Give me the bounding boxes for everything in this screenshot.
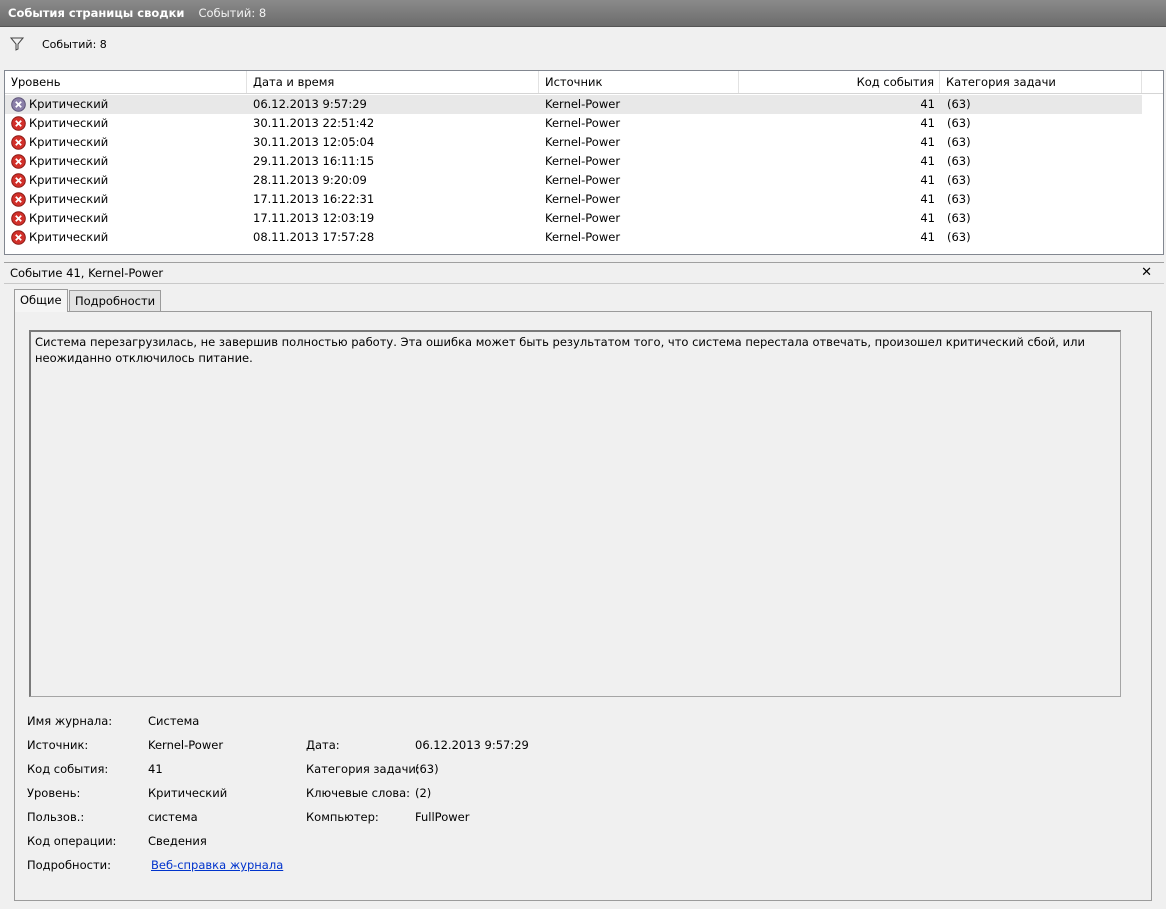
row-datetime: 08.11.2013 17:57:28: [253, 230, 375, 244]
critical-error-icon: [11, 135, 26, 150]
row-datetime: 29.11.2013 16:11:15: [253, 154, 375, 168]
row-source: Kernel-Power: [545, 192, 621, 206]
opcode-label: Код операции:: [27, 834, 117, 848]
task-category-label: Категория задачи:: [306, 762, 420, 776]
tab-details[interactable]: Подробности: [69, 290, 162, 312]
row-event-id: 41: [920, 97, 935, 111]
row-event-id: 41: [920, 211, 935, 225]
events-grid: Уровень Дата и время Источник Код событи…: [4, 70, 1164, 255]
row-level: Критический: [29, 173, 109, 187]
row-datetime: 30.11.2013 22:51:42: [253, 116, 375, 130]
user-label: Пользов.:: [27, 810, 85, 824]
row-task-category: (63): [947, 230, 971, 244]
row-event-id: 41: [920, 135, 935, 149]
row-event-id: 41: [920, 116, 935, 130]
row-task-category: (63): [947, 135, 971, 149]
table-row[interactable]: Критический 28.11.2013 9:20:09 Kernel-Po…: [5, 171, 1142, 190]
log-name-label: Имя журнала:: [27, 714, 113, 728]
filter-bar: Событий: 8: [4, 29, 1164, 67]
table-row[interactable]: Критический 17.11.2013 12:03:19 Kernel-P…: [5, 209, 1142, 228]
computer-label: Компьютер:: [306, 810, 379, 824]
row-level: Критический: [29, 154, 109, 168]
column-header-task-category[interactable]: Категория задачи: [940, 71, 1142, 93]
row-task-category: (63): [947, 97, 971, 111]
grid-header: Уровень Дата и время Источник Код событи…: [5, 71, 1163, 94]
table-row[interactable]: Критический 08.11.2013 17:57:28 Kernel-P…: [5, 228, 1142, 247]
row-task-category: (63): [947, 173, 971, 187]
event-description[interactable]: Система перезагрузилась, не завершив пол…: [29, 330, 1121, 697]
row-source: Kernel-Power: [545, 173, 621, 187]
event-log-online-help-link[interactable]: Веб-справка журнала: [151, 858, 283, 872]
close-icon[interactable]: ✕: [1141, 263, 1152, 283]
column-header-level[interactable]: Уровень: [5, 71, 247, 93]
row-level: Критический: [29, 211, 109, 225]
row-datetime: 17.11.2013 12:03:19: [253, 211, 375, 225]
row-datetime: 06.12.2013 9:57:29: [253, 97, 367, 111]
filter-icon[interactable]: [8, 35, 26, 53]
row-level: Критический: [29, 135, 109, 149]
event-detail-title: Событие 41, Kernel-Power: [10, 266, 164, 280]
row-event-id: 41: [920, 192, 935, 206]
critical-error-icon: [11, 173, 26, 188]
window-title: События страницы сводки: [8, 6, 185, 20]
date-label: Дата:: [306, 738, 340, 752]
task-category-value: (63): [415, 762, 439, 776]
keywords-label: Ключевые слова:: [306, 786, 411, 800]
critical-error-icon: [11, 154, 26, 169]
row-source: Kernel-Power: [545, 211, 621, 225]
title-bar: События страницы сводки Событий: 8: [0, 0, 1166, 27]
computer-value: FullPower: [415, 810, 470, 824]
row-datetime: 28.11.2013 9:20:09: [253, 173, 367, 187]
row-source: Kernel-Power: [545, 116, 621, 130]
row-task-category: (63): [947, 192, 971, 206]
row-source: Kernel-Power: [545, 230, 621, 244]
column-header-datetime[interactable]: Дата и время: [247, 71, 539, 93]
row-event-id: 41: [920, 173, 935, 187]
event-detail-header: Событие 41, Kernel-Power ✕: [4, 262, 1164, 284]
critical-error-icon: [11, 192, 26, 207]
row-source: Kernel-Power: [545, 97, 621, 111]
source-value: Kernel-Power: [148, 738, 224, 752]
table-row[interactable]: Критический 06.12.2013 9:57:29 Kernel-Po…: [5, 95, 1142, 114]
table-row[interactable]: Критический 30.11.2013 12:05:04 Kernel-P…: [5, 133, 1142, 152]
row-level: Критический: [29, 192, 109, 206]
column-header-event-id[interactable]: Код события: [739, 71, 940, 93]
row-level: Критический: [29, 97, 109, 111]
table-row[interactable]: Критический 30.11.2013 22:51:42 Kernel-P…: [5, 114, 1142, 133]
general-tab-panel: Система перезагрузилась, не завершив пол…: [14, 311, 1152, 901]
row-event-id: 41: [920, 154, 935, 168]
row-task-category: (63): [947, 116, 971, 130]
row-source: Kernel-Power: [545, 135, 621, 149]
event-id-value: 41: [148, 762, 163, 776]
column-header-source[interactable]: Источник: [539, 71, 739, 93]
critical-error-icon: [11, 97, 26, 112]
row-datetime: 17.11.2013 16:22:31: [253, 192, 375, 206]
table-row[interactable]: Критический 17.11.2013 16:22:31 Kernel-P…: [5, 190, 1142, 209]
more-info-label: Подробности:: [27, 858, 111, 872]
events-count: Событий: 8: [198, 6, 267, 20]
table-row[interactable]: Критический 29.11.2013 16:11:15 Kernel-P…: [5, 152, 1142, 171]
tab-general[interactable]: Общие: [14, 289, 68, 312]
row-level: Критический: [29, 230, 109, 244]
row-event-id: 41: [920, 230, 935, 244]
filter-count: Событий: 8: [42, 37, 107, 51]
event-id-label: Код события:: [27, 762, 109, 776]
log-name-value: Система: [148, 714, 200, 728]
row-task-category: (63): [947, 211, 971, 225]
date-value: 06.12.2013 9:57:29: [415, 738, 529, 752]
critical-error-icon: [11, 230, 26, 245]
opcode-value: Сведения: [148, 834, 207, 848]
critical-error-icon: [11, 116, 26, 131]
row-task-category: (63): [947, 154, 971, 168]
level-value: Критический: [148, 786, 228, 800]
keywords-value: (2): [415, 786, 432, 800]
source-label: Источник:: [27, 738, 89, 752]
row-datetime: 30.11.2013 12:05:04: [253, 135, 375, 149]
user-value: система: [148, 810, 198, 824]
row-source: Kernel-Power: [545, 154, 621, 168]
critical-error-icon: [11, 211, 26, 226]
row-level: Критический: [29, 116, 109, 130]
level-label: Уровень:: [27, 786, 81, 800]
